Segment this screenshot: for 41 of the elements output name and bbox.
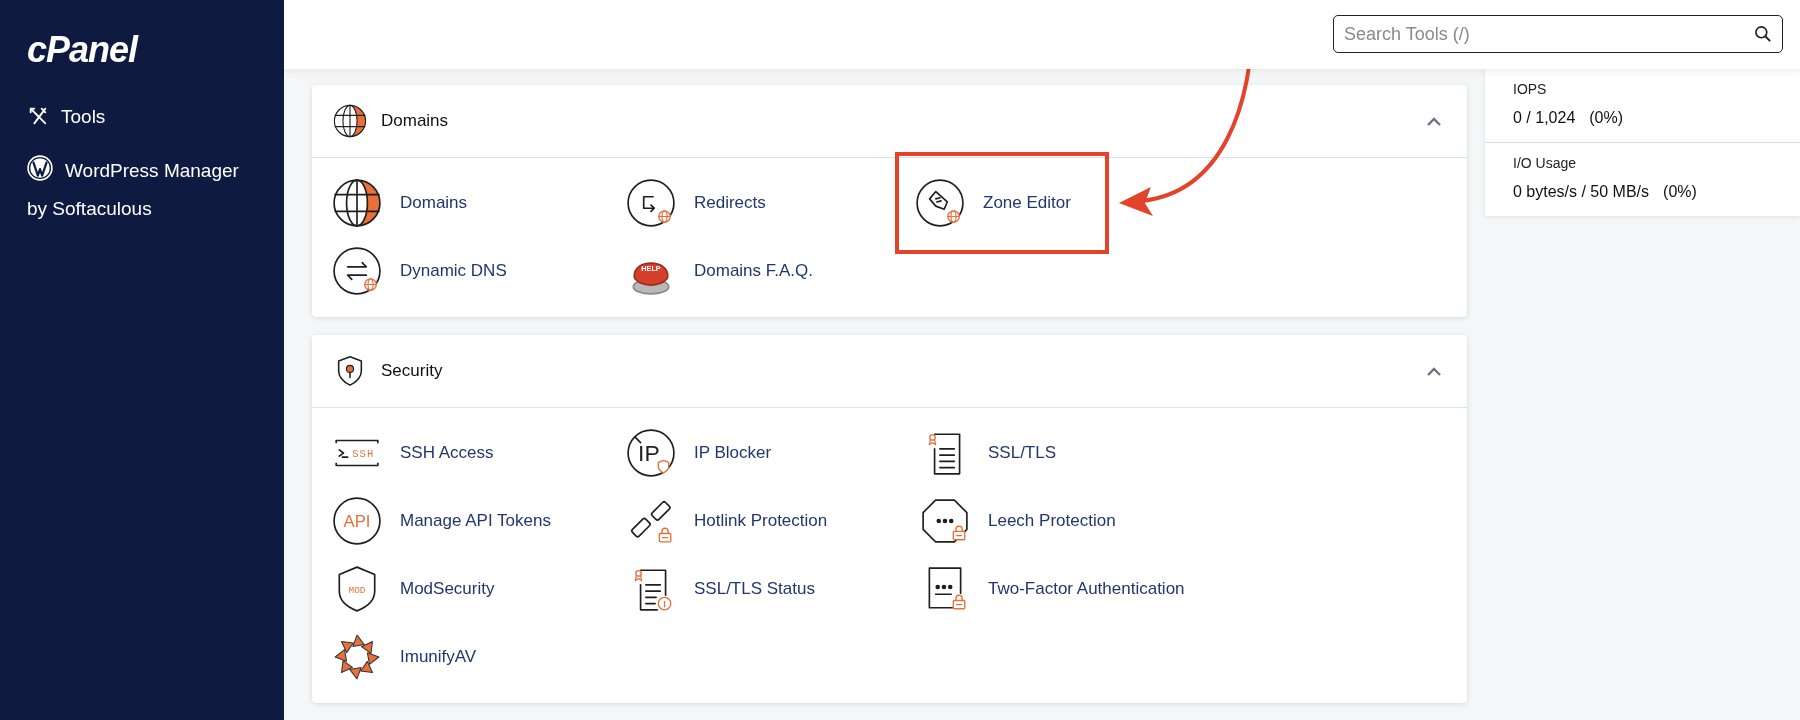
section-title: Domains	[381, 110, 449, 133]
section-title: Security	[381, 360, 443, 383]
tool-link[interactable]: SSH SSH Access	[332, 428, 494, 478]
tool-link[interactable]: Two-Factor Authentication	[920, 564, 1185, 614]
tool-link[interactable]: Dynamic DNS	[332, 246, 507, 296]
globe-icon	[332, 178, 382, 228]
tool-link[interactable]: IP IP Blocker	[626, 428, 772, 478]
tools-icon	[27, 105, 49, 127]
tool-link[interactable]: MOD ModSecurity	[332, 564, 495, 614]
stat-percent: (0%)	[1663, 182, 1697, 202]
stat-value: 0 bytes/s / 50 MB/s	[1513, 182, 1650, 202]
sidebar-link[interactable]: Tools	[27, 98, 242, 136]
star-burst-icon	[332, 632, 382, 682]
sidebar-link[interactable]: WordPress Manager by Softaculous	[27, 152, 242, 228]
tool-link[interactable]: SSL/TLS Status	[626, 564, 815, 614]
search-field[interactable]: Search Tools (/)	[1333, 15, 1783, 53]
tool-link[interactable]: Hotlink Protection	[626, 496, 828, 546]
tool-link[interactable]: Leech Protection	[920, 496, 1116, 546]
tool-link[interactable]: HELP Domains F.A.Q.	[626, 246, 814, 296]
redirect-icon	[626, 178, 676, 228]
tool-link[interactable]: API Manage API Tokens	[332, 496, 551, 546]
logo: cPanel	[27, 32, 140, 68]
stat-label: I/O Usage	[1513, 154, 1578, 173]
wordpress-icon	[27, 155, 53, 181]
tool-link[interactable]: Zone Editor	[899, 156, 1105, 250]
pen-icon	[915, 178, 965, 228]
tool-link[interactable]: Redirects	[626, 178, 766, 228]
chevron-icon	[1425, 365, 1443, 378]
api-icon: API	[332, 496, 382, 546]
stat-percent: (0%)	[1589, 108, 1624, 128]
search-icon	[1753, 24, 1773, 44]
tool-link[interactable]: SSL/TLS	[920, 428, 1057, 478]
blocked-ip-icon: IP	[626, 428, 676, 478]
arrows-icon	[332, 246, 382, 296]
octagon-lock-icon	[920, 496, 970, 546]
globe-icon	[333, 104, 367, 138]
chevron-icon	[1425, 115, 1443, 128]
stat-label: IOPS	[1513, 80, 1548, 99]
tool-link[interactable]: ImunifyAV	[332, 632, 477, 682]
stat-value: 0 / 1,024	[1513, 108, 1576, 128]
tool-link[interactable]: Domains	[332, 178, 468, 228]
